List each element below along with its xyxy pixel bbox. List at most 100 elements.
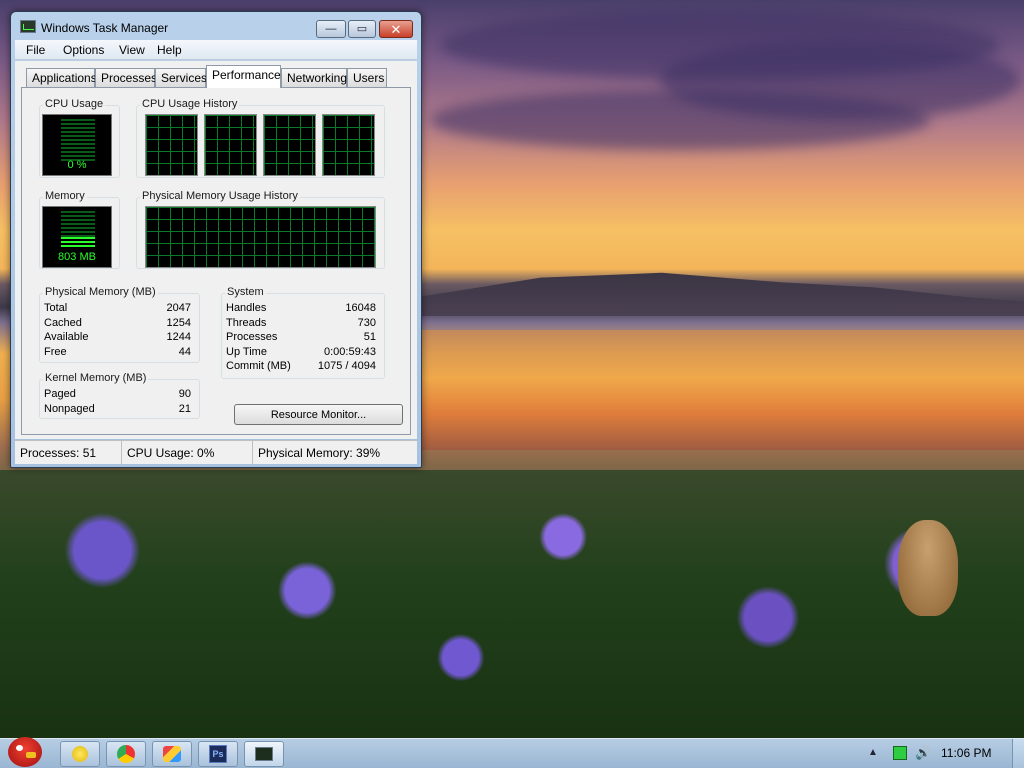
menu-file[interactable]: File — [26, 43, 45, 57]
memory-meter-bars — [61, 211, 95, 237]
task-manager-icon — [255, 747, 273, 761]
stat-key: Up Time — [226, 346, 267, 358]
tab-applications[interactable]: Applications — [26, 68, 97, 87]
menu-bar: File Options View Help — [15, 40, 417, 60]
stat-key: Commit (MB) — [226, 360, 291, 372]
tab-networking[interactable]: Networking — [281, 68, 347, 87]
physical-memory-group: Physical Memory (MB) Total 2047 Cached 125… — [39, 286, 200, 363]
close-icon: ✕ — [390, 21, 402, 37]
cpu-usage-label: CPU Usage — [43, 98, 106, 110]
stat-row-available: Available 1244 — [40, 331, 199, 345]
minimize-button[interactable]: — — [316, 20, 346, 38]
minimize-icon: — — [325, 22, 337, 35]
stat-row-cached: Cached 1254 — [40, 317, 199, 331]
physical-memory-label: Physical Memory (MB) — [43, 286, 158, 298]
flower-meadow — [0, 470, 1024, 738]
cpu-history-graph-core3 — [263, 114, 316, 176]
memory-label: Memory — [43, 190, 87, 202]
stat-key: Handles — [226, 302, 267, 314]
maximize-icon: ▭ — [356, 22, 368, 35]
maximize-button[interactable]: ▭ — [348, 20, 376, 38]
stat-value: 2047 — [166, 302, 191, 314]
cpu-history-group: CPU Usage History — [136, 98, 385, 178]
cpu-usage-meter: 0 % — [42, 114, 112, 176]
menu-help[interactable]: Help — [157, 43, 182, 57]
tab-performance[interactable]: Performance — [206, 65, 281, 88]
cpu-meter-bars — [61, 119, 95, 163]
status-processes: Processes: 51 — [15, 441, 122, 465]
taskbar: Ps ▲ 🔊 11:06 PM — [0, 737, 1024, 768]
cpu-usage-group: CPU Usage 0 % — [39, 98, 120, 178]
resource-monitor-button[interactable]: Resource Monitor... — [234, 404, 403, 425]
title-bar[interactable]: Windows Task Manager — ▭ ✕ — [11, 12, 421, 39]
taskbar-paint[interactable] — [152, 741, 192, 767]
tab-processes[interactable]: Processes — [95, 68, 157, 87]
stat-key: Cached — [44, 317, 82, 329]
status-physical-memory: Physical Memory: 39% — [258, 446, 381, 460]
stat-key: Paged — [44, 388, 76, 400]
stat-value: 16048 — [345, 302, 376, 314]
show-desktop-button[interactable] — [1012, 739, 1024, 768]
stat-row-processes: Processes 51 — [222, 331, 384, 345]
hills — [420, 272, 1024, 316]
stat-value: 1075 / 4094 — [317, 360, 376, 372]
system-clock[interactable]: 11:06 PM — [941, 746, 991, 760]
memory-meter: 803 MB — [42, 206, 112, 268]
stat-key: Threads — [226, 317, 267, 329]
kernel-memory-label: Kernel Memory (MB) — [43, 372, 149, 384]
cpu-history-graph-core2 — [204, 114, 257, 176]
sticky-notes-icon — [72, 746, 88, 762]
window-title: Windows Task Manager — [41, 21, 169, 35]
stat-value: 0:00:59:43 — [324, 346, 376, 358]
gopher-desktop-pet[interactable] — [898, 520, 958, 616]
paint-icon — [163, 746, 181, 762]
taskbar-chrome[interactable] — [106, 741, 146, 767]
performance-panel: CPU Usage 0 % CPU Usage History Memory 8… — [21, 87, 411, 435]
lake — [420, 330, 1024, 450]
stat-key: Nonpaged — [44, 403, 95, 415]
system-label: System — [225, 286, 266, 298]
menu-view[interactable]: View — [119, 43, 145, 57]
close-button[interactable]: ✕ — [379, 20, 413, 38]
stat-row-nonpaged: Nonpaged 21 — [40, 403, 199, 417]
cpu-history-label: CPU Usage History — [140, 98, 240, 110]
battery-icon[interactable] — [893, 746, 907, 760]
stat-value: 1254 — [166, 317, 191, 329]
taskbar-task-manager[interactable] — [244, 741, 284, 767]
status-bar: Processes: 51 CPU Usage: 0% Physical Mem… — [15, 440, 417, 465]
stat-row-uptime: Up Time 0:00:59:43 — [222, 346, 384, 360]
status-cpu-usage: CPU Usage: 0% — [122, 441, 253, 465]
stat-key: Free — [44, 346, 67, 358]
photoshop-icon: Ps — [209, 745, 227, 763]
memory-history-group: Physical Memory Usage History — [136, 190, 385, 269]
cloud — [660, 40, 1020, 120]
stat-row-free: Free 44 — [40, 346, 199, 360]
taskbar-sticky-notes[interactable] — [60, 741, 100, 767]
show-hidden-icons-icon[interactable]: ▲ — [868, 747, 878, 758]
stat-key: Processes — [226, 331, 278, 343]
stat-key: Available — [44, 331, 89, 343]
tab-services[interactable]: Services — [155, 68, 207, 87]
cpu-history-graph-core4 — [322, 114, 375, 176]
volume-icon[interactable]: 🔊 — [915, 746, 931, 760]
memory-history-graph — [145, 206, 376, 268]
memory-value: 803 MB — [58, 251, 96, 263]
kernel-memory-group: Kernel Memory (MB) Paged 90 Nonpaged 21 — [39, 372, 200, 419]
menu-options[interactable]: Options — [63, 43, 104, 57]
stat-value: 21 — [178, 403, 191, 415]
task-manager-icon — [20, 20, 36, 33]
stat-key: Total — [44, 302, 68, 314]
task-manager-window[interactable]: Windows Task Manager — ▭ ✕ File Options … — [10, 11, 422, 468]
memory-group: Memory 803 MB — [39, 190, 120, 269]
cpu-usage-value: 0 % — [67, 159, 87, 171]
start-button[interactable] — [2, 733, 48, 768]
stat-row-paged: Paged 90 — [40, 388, 199, 402]
system-group: System Handles 16048 Threads 730 Processes… — [221, 286, 385, 379]
tab-users[interactable]: Users — [347, 68, 387, 87]
memory-meter-fill — [61, 237, 95, 249]
stat-value: 51 — [363, 331, 376, 343]
stat-row-total: Total 2047 — [40, 302, 199, 316]
taskbar-photoshop[interactable]: Ps — [198, 741, 238, 767]
cpu-history-graph-core1 — [145, 114, 198, 176]
memory-history-label: Physical Memory Usage History — [140, 190, 300, 202]
